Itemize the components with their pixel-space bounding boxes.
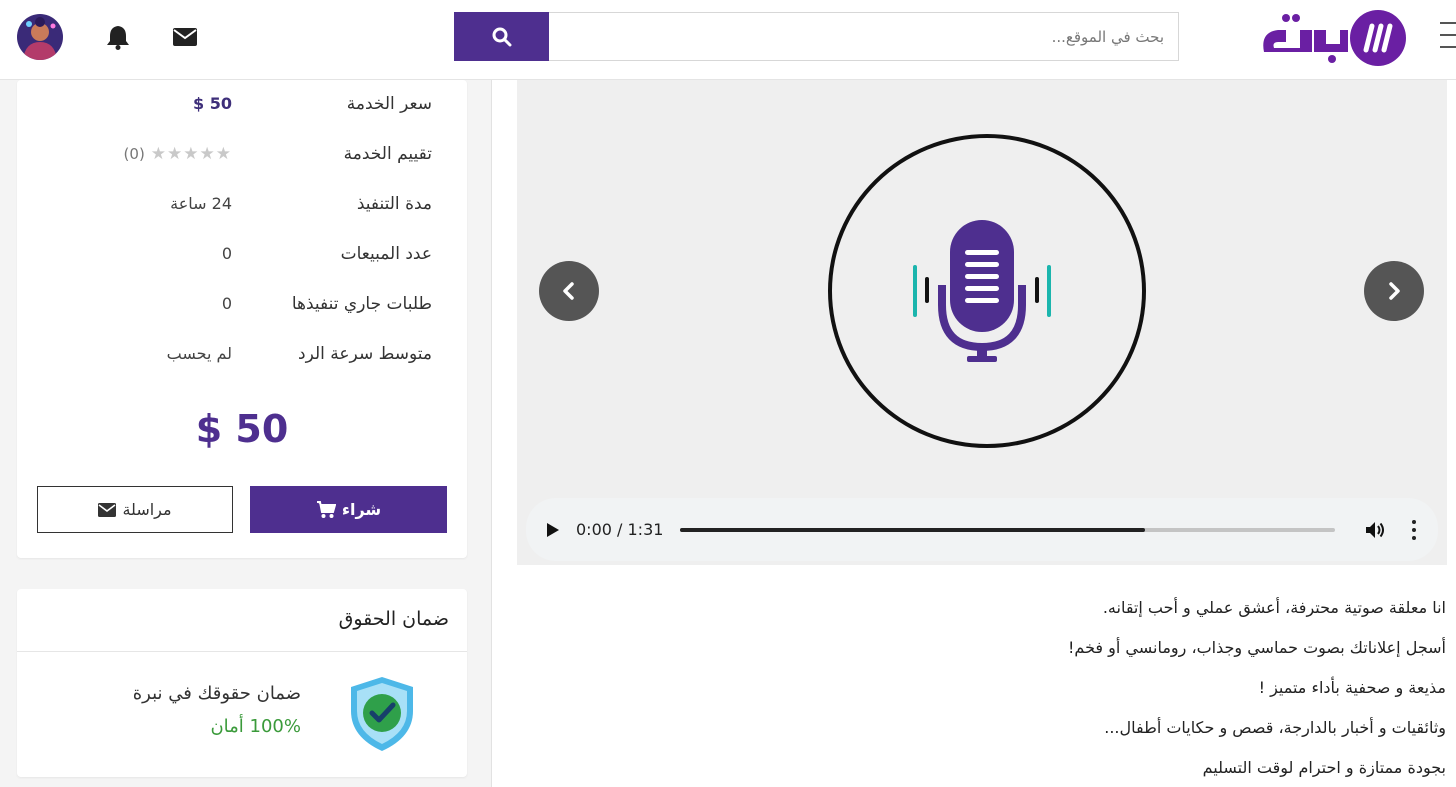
- buy-button[interactable]: شراء: [250, 486, 447, 533]
- message-button[interactable]: مراسلة: [37, 486, 233, 533]
- search-input[interactable]: [549, 13, 1178, 60]
- response-row: متوسط سرعة الرد لم يحسب: [17, 344, 467, 374]
- price-row: سعر الخدمة 50 $: [17, 94, 467, 124]
- delivery-row: مدة التنفيذ 24 ساعة: [17, 194, 467, 224]
- response-label: متوسط سرعة الرد: [298, 344, 432, 364]
- rating-row: تقييم الخدمة ★★★★★ (0): [17, 144, 467, 174]
- envelope-icon: [98, 502, 117, 517]
- guarantee-safety: 100% أمان: [210, 716, 301, 737]
- avatar[interactable]: [17, 14, 63, 60]
- message-label: مراسلة: [122, 500, 172, 519]
- rating-count: (0): [123, 145, 145, 163]
- prev-button[interactable]: [539, 261, 599, 321]
- play-icon[interactable]: [542, 520, 562, 540]
- chevron-right-icon: [1389, 282, 1400, 300]
- big-price: $ 50: [195, 407, 289, 451]
- guarantee-title: ضمان الحقوق: [338, 608, 449, 630]
- price-label: سعر الخدمة: [346, 94, 432, 114]
- envelope-icon[interactable]: [172, 24, 198, 50]
- search-field[interactable]: [549, 12, 1179, 61]
- service-info-card: سعر الخدمة 50 $ تقييم الخدمة ★★★★★ (0) مد…: [17, 80, 467, 558]
- in-progress-row: طلبات جاري تنفيذها 0: [17, 294, 467, 324]
- response-value: لم يحسب: [166, 344, 232, 363]
- in-progress-value: 0: [221, 294, 232, 313]
- price-value: 50 $: [193, 94, 232, 113]
- chevron-left-icon: [563, 282, 574, 300]
- rating-label: تقييم الخدمة: [343, 144, 432, 164]
- guarantee-divider: [17, 651, 467, 652]
- delivery-label: مدة التنفيذ: [356, 194, 432, 214]
- delivery-value: 24 ساعة: [170, 194, 232, 213]
- cart-icon: [316, 500, 336, 518]
- shield-check-icon: [347, 675, 417, 753]
- description-line: وثائقيات و أخبار بالدارجة، قصص و حكايات …: [1104, 718, 1446, 737]
- sales-label: عدد المبيعات: [340, 244, 432, 264]
- logo-graphic: [1263, 10, 1406, 66]
- search-icon: [492, 27, 511, 46]
- top-header: [0, 0, 1456, 80]
- microphone-icon: [905, 210, 1065, 370]
- description-line: انا معلقة صوتية محترفة، أعشق عملي و أحب …: [1102, 598, 1446, 617]
- site-logo[interactable]: [1256, 6, 1408, 68]
- next-button[interactable]: [1364, 261, 1424, 321]
- audio-time: 0:00 / 1:31: [576, 520, 664, 539]
- rating-value: ★★★★★ (0): [124, 144, 232, 164]
- description-line: أسجل إعلاناتك بصوت حماسي وجذاب، رومانسي …: [1068, 638, 1446, 657]
- column-divider: [491, 80, 492, 787]
- volume-icon[interactable]: [1364, 519, 1386, 541]
- buy-label: شراء: [341, 500, 382, 519]
- more-options-icon[interactable]: [1406, 518, 1422, 542]
- guarantee-text: ضمان حقوقك في نبرة: [132, 683, 301, 704]
- sales-value: 0: [221, 244, 232, 263]
- service-description: انا معلقة صوتية محترفة، أعشق عملي و أحب …: [526, 596, 1446, 787]
- description-line: مذيعة و صحفية بأداء متميز !: [1258, 678, 1446, 697]
- bell-icon[interactable]: [105, 24, 131, 50]
- audio-player: 0:00 / 1:31: [526, 498, 1438, 561]
- menu-icon[interactable]: [1440, 22, 1456, 48]
- guarantee-card: ضمان الحقوق ضمان حقوقك في نبرة 100% أمان: [17, 589, 467, 777]
- audio-seek-bar[interactable]: [680, 528, 1335, 532]
- rating-stars-icon: ★★★★★: [150, 144, 232, 164]
- in-progress-label: طلبات جاري تنفيذها: [291, 294, 432, 314]
- sales-row: عدد المبيعات 0: [17, 244, 467, 274]
- search-button[interactable]: [454, 12, 549, 61]
- description-line: بجودة ممتازة و احترام لوقت التسليم: [1202, 758, 1446, 777]
- audio-progress: [680, 528, 1146, 532]
